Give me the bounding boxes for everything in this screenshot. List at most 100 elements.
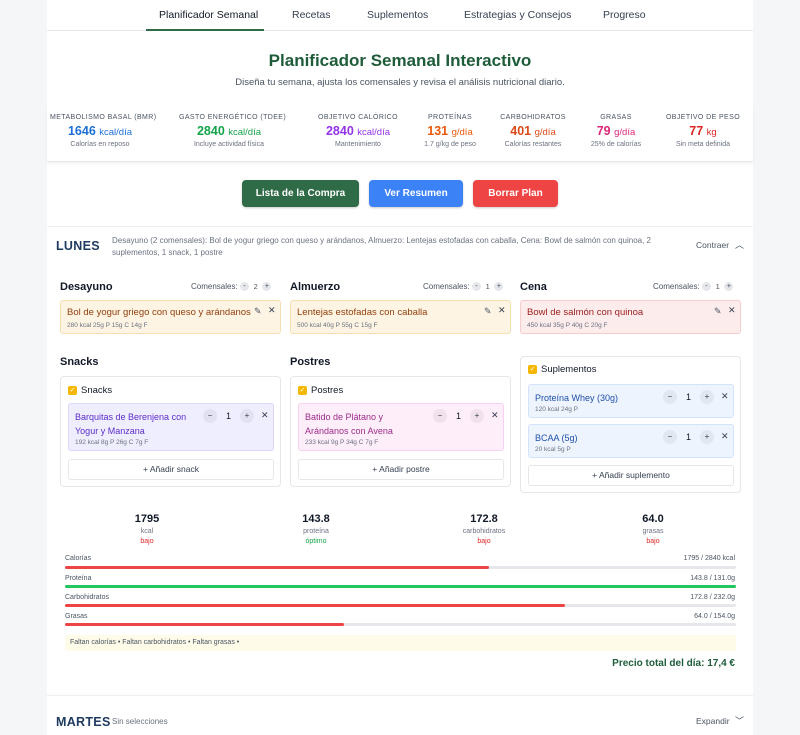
stat-label: Objetivo Calórico	[318, 114, 398, 121]
progress-fill-grasas	[65, 623, 345, 626]
stat-label: Grasas	[600, 114, 632, 121]
increase-button[interactable]: +	[700, 390, 714, 404]
stat-bmr: Metabolismo Basal (BMR) 1646 kcal/día Ca…	[50, 114, 156, 148]
day-summary-line: suplementos, 1 snack, 1 postre	[112, 247, 223, 257]
close-icon[interactable]: ✕	[498, 305, 506, 316]
increase-button[interactable]: +	[240, 409, 254, 423]
item-quantity: 1	[686, 432, 692, 442]
total-status: bajo	[477, 538, 491, 545]
meal-card-cena[interactable]: Bowl de salmón con quinoa 450 kcal 35g P…	[520, 300, 741, 334]
meal-macros: 280 kcal 25g P 15g C 14g F	[67, 322, 148, 329]
decrease-button[interactable]: −	[433, 409, 447, 423]
progress-fill-calorias	[65, 566, 490, 569]
decrease-button[interactable]: -	[239, 282, 249, 292]
comensales-desayuno: Comensales: - 2 +	[191, 282, 272, 292]
item-name-line: Batido de Plátano y	[305, 412, 384, 422]
stat-note: Calorías en reposo	[70, 141, 130, 148]
increase-button[interactable]: +	[700, 430, 714, 444]
day-name-martes: MARTES	[56, 715, 111, 729]
close-icon[interactable]: ✕	[491, 410, 499, 421]
item-name-line: Arándanos con Avena	[305, 426, 393, 436]
item-name: Proteína Whey (30g)	[535, 393, 619, 403]
chevron-up-icon[interactable]: ︿	[735, 238, 744, 251]
close-icon[interactable]: ✕	[728, 305, 736, 316]
pencil-icon[interactable]: ✎	[714, 306, 722, 317]
total-name: kcal	[140, 528, 154, 535]
increase-button[interactable]: +	[494, 282, 504, 292]
suplementos-checkbox[interactable]: ✓	[528, 365, 537, 374]
close-icon[interactable]: ✕	[721, 391, 729, 402]
decrease-button[interactable]: -	[471, 282, 481, 292]
bar-value-grasas: 64.0 / 154.0g	[694, 613, 735, 620]
progress-bar-proteina	[65, 585, 736, 588]
item-name: BCAA (5g)	[535, 433, 578, 443]
meal-card-desayuno[interactable]: Bol de yogur griego con queso y arándano…	[60, 300, 281, 334]
close-icon[interactable]: ✕	[268, 305, 276, 316]
total-proteina: 143.8 proteína óptimo	[266, 513, 366, 545]
section-title-postres: Postres	[290, 356, 331, 368]
collapse-toggle[interactable]: Contraer	[696, 240, 729, 250]
stat-note: 25% de calorías	[590, 141, 642, 148]
bar-label-grasas: Grasas	[65, 613, 88, 620]
decrease-button[interactable]: −	[203, 409, 217, 423]
meal-name: Lentejas estofadas con caballa	[297, 307, 428, 318]
total-carbohidratos: 172.8 carbohidratos bajo	[434, 513, 534, 545]
tab-planificador-semanal[interactable]: Planificador Semanal	[159, 9, 258, 21]
suplemento-item[interactable]: Proteína Whey (30g) 120 kcal 24g P − 1 +…	[528, 384, 734, 418]
page-title: Planificador Semanal Interactivo	[268, 51, 532, 70]
add-postre-button[interactable]: + Añadir postre	[298, 459, 504, 480]
meal-card-almuerzo[interactable]: Lentejas estofadas con caballa 500 kcal …	[290, 300, 511, 334]
clear-plan-button[interactable]: Borrar Plan	[473, 180, 558, 207]
add-snack-label: Añadir snack	[149, 464, 199, 474]
stat-label: Gasto Energético (TDEE)	[179, 114, 287, 121]
decrease-button[interactable]: −	[663, 430, 677, 444]
expand-toggle[interactable]: Expandir	[696, 716, 730, 726]
close-icon[interactable]: ✕	[721, 431, 729, 442]
increase-button[interactable]: +	[262, 282, 272, 292]
postre-item[interactable]: Batido de Plátano y Arándanos con Avena …	[298, 403, 504, 451]
snack-item[interactable]: Barquitas de Berenjena con Yogur y Manza…	[68, 403, 274, 451]
shopping-list-button[interactable]: Lista de la Compra	[242, 180, 359, 207]
suplementos-box: ✓ Suplementos Proteína Whey (30g) 120 kc…	[520, 356, 741, 493]
nutrition-warnings: Faltan calorías • Faltan carbohidratos •…	[65, 635, 736, 651]
add-snack-button[interactable]: + Añadir snack	[68, 459, 274, 480]
stat-note: Incluye actividad física	[193, 141, 265, 148]
snacks-checkbox[interactable]: ✓	[68, 386, 77, 395]
total-value: 1795	[134, 513, 160, 525]
stat-value: 2840 kcal/día	[196, 124, 262, 138]
comensales-label: Comensales:	[423, 282, 470, 291]
pencil-icon[interactable]: ✎	[254, 306, 262, 317]
comensales-count: 1	[715, 282, 720, 292]
section-title-snacks: Snacks	[60, 356, 99, 368]
increase-button[interactable]: +	[470, 409, 484, 423]
chevron-down-icon[interactable]: ﹀	[735, 714, 744, 727]
tab-recetas[interactable]: Recetas	[292, 9, 331, 21]
day-summary-line: Desayuno (2 comensales): Bol de yogur gr…	[112, 236, 651, 245]
close-icon[interactable]: ✕	[261, 410, 269, 421]
day-divider	[47, 695, 753, 696]
pencil-icon[interactable]: ✎	[484, 306, 492, 317]
comensales-almuerzo: Comensales: - 1 +	[423, 282, 504, 292]
view-summary-button[interactable]: Ver Resumen	[369, 180, 463, 207]
active-tab-indicator	[146, 29, 264, 31]
progress-bar-carbohidratos	[65, 604, 736, 607]
decrease-button[interactable]: -	[701, 282, 711, 292]
bar-value-carbohidratos: 172.8 / 232.0g	[690, 594, 735, 601]
day-name-lunes: LUNES	[56, 239, 100, 253]
tab-estrategias[interactable]: Estrategias y Consejos	[464, 9, 571, 21]
comensales-cena: Comensales: - 1 +	[653, 282, 734, 292]
decrease-button[interactable]: −	[663, 390, 677, 404]
suplemento-item[interactable]: BCAA (5g) 20 kcal 5g P − 1 + ✕	[528, 424, 734, 458]
total-name: grasas	[642, 528, 664, 535]
add-suplemento-button[interactable]: + Añadir suplemento	[528, 465, 734, 486]
plus-icon: +	[592, 470, 598, 480]
snacks-box: ✓ Snacks Barquitas de Berenjena con Yogu…	[60, 376, 281, 487]
comensales-count: 1	[485, 282, 490, 292]
progress-fill-carbohidratos	[65, 604, 565, 607]
item-macros: 233 kcal 9g P 34g C 7g F	[305, 439, 379, 446]
postres-checkbox[interactable]: ✓	[298, 386, 307, 395]
increase-button[interactable]: +	[724, 282, 734, 292]
tab-progreso[interactable]: Progreso	[603, 9, 646, 21]
item-quantity: 1	[226, 411, 232, 421]
tab-suplementos[interactable]: Suplementos	[367, 9, 428, 21]
